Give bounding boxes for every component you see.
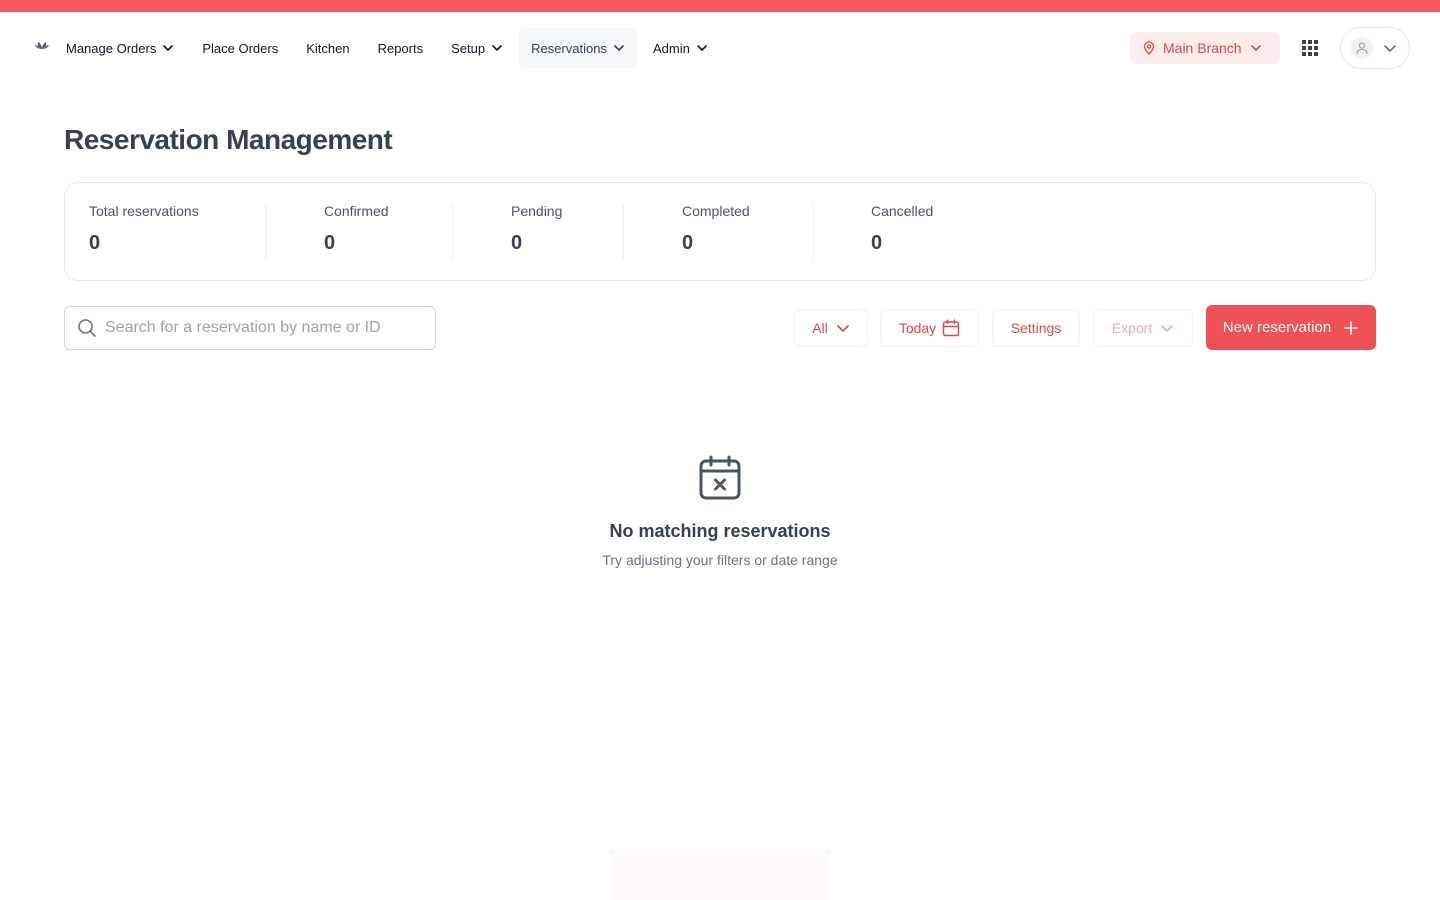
user-menu[interactable] [1340,27,1410,69]
export-label: Export [1111,320,1153,336]
status-filter-button[interactable]: All [794,309,868,347]
avatar [1351,37,1373,59]
user-icon [1356,42,1368,55]
chevron-down-icon [1161,325,1174,332]
chevron-down-icon [614,45,624,51]
nav-admin-label: Admin [652,40,690,56]
nav-place-orders[interactable]: Place Orders [190,28,290,68]
branch-name: Main Branch [1163,40,1242,56]
stat-divider [623,203,624,261]
stat-cancelled: Cancelled 0 [871,203,933,263]
chevron-down-icon [836,325,849,332]
nav-reservations[interactable]: Reservations [519,28,637,68]
nav-reports[interactable]: Reports [366,28,436,68]
stat-total: Total reservations 0 [89,203,199,263]
plus-icon [1344,320,1358,335]
stat-label: Cancelled [871,203,934,219]
nav-kitchen[interactable]: Kitchen [294,28,361,68]
stat-label: Pending [511,203,563,219]
chevron-down-icon [163,45,174,51]
nav-admin[interactable]: Admin [641,28,720,68]
grid-icon[interactable] [1302,40,1318,56]
branch-selector[interactable]: Main Branch [1130,32,1280,64]
settings-label: Settings [1010,320,1062,336]
leaf-logo-icon[interactable] [32,38,52,54]
search-icon [78,319,96,337]
nav-kitchen-label: Kitchen [306,40,350,56]
nav-reservations-label: Reservations [531,40,607,56]
chevron-down-icon [1250,45,1261,51]
chevron-down-icon [1384,45,1396,52]
stat-value: 0 [871,232,883,254]
empty-state-subtitle: Try adjusting your filters or date range [602,552,838,568]
new-reservation-button[interactable]: New reservation [1206,305,1376,350]
stat-confirmed: Confirmed 0 [324,203,389,263]
search-box[interactable] [64,306,436,350]
date-filter-label: Today [898,320,937,336]
nav-setup[interactable]: Setup [439,28,515,68]
chevron-down-icon [492,45,502,51]
stat-label: Total reservations [89,203,199,219]
export-button[interactable]: Export [1093,309,1193,347]
status-filter-label: All [812,320,828,336]
bottom-placeholder [610,850,830,900]
chevron-down-icon [697,45,707,51]
calendar-x-icon [699,455,741,500]
stat-value: 0 [511,232,523,254]
settings-button[interactable]: Settings [992,309,1080,347]
nav-manage-orders-label: Manage Orders [66,40,157,56]
stat-value: 0 [682,232,694,254]
page-title: Reservation Management [64,124,393,155]
search-input[interactable] [105,319,425,337]
stat-value: 0 [89,232,101,254]
date-filter-button[interactable]: Today [880,309,979,347]
calendar-icon [942,319,960,337]
map-pin-icon [1143,41,1155,55]
nav-manage-orders[interactable]: Manage Orders [54,28,186,68]
top-accent-bar [0,0,1440,12]
stat-label: Confirmed [324,203,389,219]
stat-divider [452,203,453,261]
stats-card: Total reservations 0 Confirmed 0 Pending… [64,182,1376,281]
stat-value: 0 [324,232,336,254]
stat-completed: Completed 0 [682,203,750,263]
stat-label: Completed [682,203,750,219]
empty-state-title: No matching reservations [609,521,831,541]
new-reservation-label: New reservation [1222,319,1332,336]
nav-reports-label: Reports [377,40,424,56]
stat-pending: Pending 0 [511,203,562,263]
nav-setup-label: Setup [451,40,486,56]
nav-place-orders-label: Place Orders [202,40,279,56]
stat-divider [813,203,814,261]
stat-divider [265,203,266,261]
top-nav: Manage Orders Place Orders Kitchen Repor… [0,12,1440,84]
